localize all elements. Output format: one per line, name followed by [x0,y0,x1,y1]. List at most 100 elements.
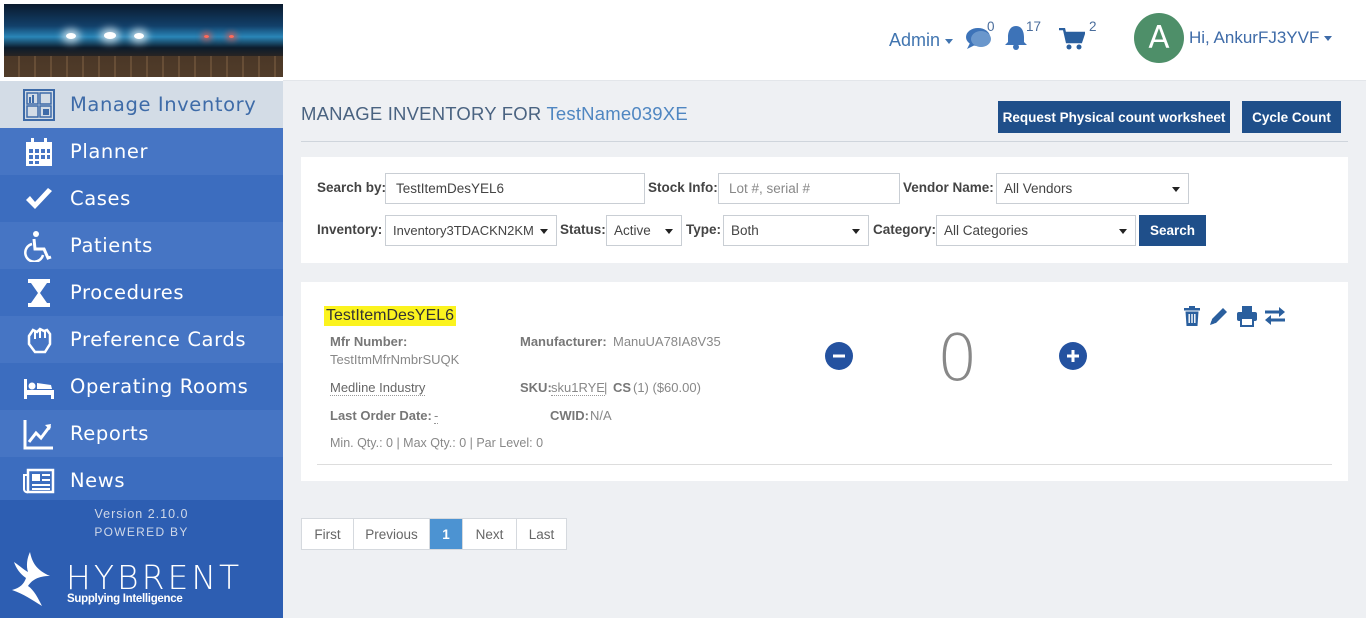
type-label: Type: [686,222,722,237]
vendor-select-value: All Vendors [1004,181,1073,196]
search-by-input[interactable]: TestItemDesYEL6 [385,173,645,204]
decrement-button[interactable] [825,342,853,370]
page-title: MANAGE INVENTORY FOR TestName039XE [301,103,688,125]
page-current[interactable]: 1 [430,519,463,549]
user-menu[interactable]: Hi, AnkurFJ3YVF [1189,28,1333,48]
mfr-number-value: TestItmMfrNmbrSUQK [330,352,460,367]
trash-icon[interactable] [1181,305,1203,327]
last-order-date-value: - [434,408,439,424]
page-first[interactable]: First [302,519,354,549]
sidebar-item-label: Cases [70,187,131,210]
cart-icon[interactable] [1059,28,1085,50]
inventory-select-value: Inventory3TDACKN2KM [393,223,534,238]
admin-menu[interactable]: Admin [889,30,954,51]
sidebar-item-label: Procedures [70,281,185,304]
sidebar-item-reports[interactable]: Reports [0,410,283,457]
sidebar-item-patients[interactable]: Patients [0,222,283,269]
category-label: Category: [873,222,937,237]
sidebar-nav: Manage Inventory Planner Cases Patients … [0,81,283,504]
item-title[interactable]: TestItemDesYEL6 [324,306,457,326]
page-last[interactable]: Last [517,519,566,549]
cs-label: CS [613,380,632,395]
banner-image [4,4,283,77]
vendor-select[interactable]: All Vendors [996,173,1189,204]
sidebar-item-news[interactable]: News [0,457,283,504]
hand-icon [22,323,56,357]
status-label: Status: [560,222,606,237]
cwid-label: CWID: [550,408,589,423]
sidebar-item-procedures[interactable]: Procedures [0,269,283,316]
inventory-select[interactable]: Inventory3TDACKN2KM [385,215,557,246]
title-divider [301,141,1348,142]
separator: | [604,380,608,395]
status-select-value: Active [614,223,651,238]
sidebar-item-preference-cards[interactable]: Preference Cards [0,316,283,363]
bell-icon[interactable] [1004,24,1028,50]
page-next[interactable]: Next [463,519,517,549]
pagination: First Previous 1 Next Last [301,518,567,550]
greeting-text: Hi, AnkurFJ3YVF [1189,28,1320,47]
page-title-name: TestName039XE [546,103,688,124]
sidebar-footer: Version 2.10.0 POWERED BY HYBRENT Supply… [0,500,283,618]
sku-label: SKU: [520,380,552,395]
edit-pencil-icon[interactable] [1208,305,1230,327]
messages-count: 0 [987,19,995,34]
sku-value[interactable]: sku1RYE [551,380,605,396]
logo-area [0,0,283,81]
sidebar: Manage Inventory Planner Cases Patients … [0,0,283,618]
cwid-value: N/A [590,408,612,423]
hybrent-bird-icon [12,552,50,606]
cycle-count-button[interactable]: Cycle Count [1242,101,1341,133]
avatar[interactable]: A [1134,13,1184,63]
chevron-down-icon [1172,187,1180,192]
version-text: Version 2.10.0 [94,507,189,521]
cs-value: (1) ($60.00) [633,380,701,395]
powered-by-text: POWERED BY [94,525,189,539]
page-title-prefix: MANAGE INVENTORY FOR [301,103,542,124]
sidebar-item-manage-inventory[interactable]: Manage Inventory [0,81,283,128]
sidebar-item-label: Preference Cards [70,328,247,351]
print-icon[interactable] [1236,305,1258,327]
filter-panel: Search by: TestItemDesYEL6 Stock Info: L… [301,157,1348,263]
hourglass-icon [22,276,56,310]
page-previous[interactable]: Previous [354,519,430,549]
sidebar-item-label: Planner [70,140,149,163]
sidebar-item-label: Patients [70,234,153,257]
category-select-value: All Categories [944,223,1029,238]
bed-icon [22,370,56,404]
stock-info-label: Stock Info: [648,180,718,195]
card-divider [317,464,1332,465]
transfer-icon[interactable] [1264,305,1286,327]
chart-icon [22,417,56,451]
sidebar-item-operating-rooms[interactable]: Operating Rooms [0,363,283,410]
search-button[interactable]: Search [1139,215,1206,246]
manufacturer-value: ManuUA78IA8V35 [613,334,721,349]
last-order-date-label: Last Order Date: [330,408,432,423]
chevron-down-icon [852,229,860,234]
hybrent-logo: HYBRENT Supplying Intelligence [8,550,258,610]
wheelchair-icon [22,229,56,263]
request-physical-count-button[interactable]: Request Physical count worksheet [998,101,1230,133]
stock-info-input[interactable]: Lot #, serial # [718,173,900,204]
status-select[interactable]: Active [606,215,682,246]
chevron-down-icon [945,38,954,44]
admin-label: Admin [889,30,941,50]
checkmark-icon [22,182,56,216]
type-select[interactable]: Both [723,215,869,246]
sidebar-item-planner[interactable]: Planner [0,128,283,175]
manufacturer-label: Manufacturer: [520,334,607,349]
inventory-grid-icon [22,88,56,122]
quantity-levels: Min. Qty.: 0 | Max Qty.: 0 | Par Level: … [330,436,544,450]
sidebar-item-label: Manage Inventory [70,93,257,116]
chevron-down-icon [665,229,673,234]
sidebar-item-label: Reports [70,422,150,445]
search-by-label: Search by: [317,180,387,195]
cart-count: 2 [1089,19,1097,34]
category-select[interactable]: All Categories [936,215,1136,246]
newspaper-icon [22,464,56,498]
sidebar-item-cases[interactable]: Cases [0,175,283,222]
vendor-name-label: Vendor Name: [903,180,994,195]
increment-button[interactable] [1059,342,1087,370]
vendor-link[interactable]: Medline Industry [330,380,426,396]
mfr-number-label: Mfr Number: [330,334,408,349]
